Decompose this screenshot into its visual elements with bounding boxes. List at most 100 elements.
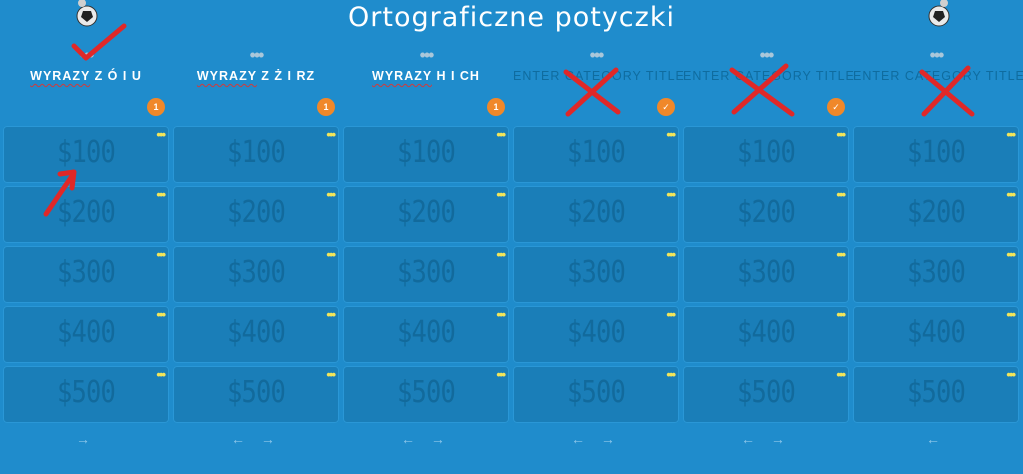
question-cell[interactable]: $400 ••• bbox=[343, 306, 509, 363]
category-title[interactable]: WYRAZY Z Ż I RZ bbox=[173, 64, 339, 91]
column-options-icon[interactable]: ••• bbox=[513, 46, 679, 64]
point-value: $500 bbox=[906, 375, 966, 410]
question-cell[interactable]: $500 ••• bbox=[683, 366, 849, 423]
category-column: ••• WYRAZY H I CH 1 bbox=[343, 46, 509, 116]
question-cell[interactable]: $300 ••• bbox=[343, 246, 509, 303]
question-cell[interactable]: $300 ••• bbox=[683, 246, 849, 303]
category-column: ••• ENTER CATEGORY TITLE ✓ bbox=[513, 46, 684, 116]
more-dots-icon[interactable]: ••• bbox=[156, 127, 166, 142]
column-options-icon[interactable]: ••• bbox=[3, 46, 169, 64]
question-cell[interactable]: $500 ••• bbox=[3, 366, 169, 423]
column-options-icon[interactable]: ••• bbox=[683, 46, 849, 64]
category-column: ••• WYRAZY Z Ó I U 1 bbox=[3, 46, 169, 116]
point-value: $100 bbox=[906, 135, 966, 170]
more-dots-icon[interactable]: ••• bbox=[496, 367, 506, 382]
question-cell[interactable]: $400 ••• bbox=[683, 306, 849, 363]
more-dots-icon[interactable]: ••• bbox=[496, 247, 506, 262]
more-dots-icon[interactable]: ••• bbox=[326, 127, 336, 142]
count-badge: 1 bbox=[147, 98, 165, 116]
question-cell[interactable]: $400 ••• bbox=[513, 306, 679, 363]
more-dots-icon[interactable]: ••• bbox=[836, 367, 846, 382]
more-dots-icon[interactable]: ••• bbox=[666, 187, 676, 202]
category-title[interactable]: ENTER CATEGORY TITLE bbox=[683, 64, 854, 91]
more-dots-icon[interactable]: ••• bbox=[496, 307, 506, 322]
question-cell[interactable]: $400 ••• bbox=[3, 306, 169, 363]
more-dots-icon[interactable]: ••• bbox=[1006, 247, 1016, 262]
question-cell[interactable]: $300 ••• bbox=[513, 246, 679, 303]
point-value: $400 bbox=[736, 315, 796, 350]
soccer-ball-icon bbox=[928, 0, 950, 27]
question-cell[interactable]: $100 ••• bbox=[173, 126, 339, 183]
question-cell[interactable]: $200 ••• bbox=[853, 186, 1019, 243]
category-column: ••• WYRAZY Z Ż I RZ 1 bbox=[173, 46, 339, 116]
count-badge: 1 bbox=[317, 98, 335, 116]
question-cell[interactable]: $200 ••• bbox=[683, 186, 849, 243]
more-dots-icon[interactable]: ••• bbox=[836, 127, 846, 142]
question-cell[interactable]: $200 ••• bbox=[513, 186, 679, 243]
count-badge: 1 bbox=[487, 98, 505, 116]
more-dots-icon[interactable]: ••• bbox=[666, 127, 676, 142]
more-dots-icon[interactable]: ••• bbox=[156, 307, 166, 322]
more-dots-icon[interactable]: ••• bbox=[326, 307, 336, 322]
question-cell[interactable]: $100 ••• bbox=[513, 126, 679, 183]
column-move-arrows[interactable]: ← → bbox=[683, 431, 849, 447]
more-dots-icon[interactable]: ••• bbox=[326, 367, 336, 382]
more-dots-icon[interactable]: ••• bbox=[836, 247, 846, 262]
question-cell[interactable]: $500 ••• bbox=[173, 366, 339, 423]
point-value: $100 bbox=[566, 135, 626, 170]
question-cell[interactable]: $500 ••• bbox=[853, 366, 1019, 423]
point-value: $300 bbox=[56, 255, 116, 290]
point-value: $300 bbox=[906, 255, 966, 290]
more-dots-icon[interactable]: ••• bbox=[496, 127, 506, 142]
column-move-arrows[interactable]: ← → bbox=[343, 431, 509, 447]
question-cell[interactable]: $100 ••• bbox=[853, 126, 1019, 183]
point-value: $100 bbox=[736, 135, 796, 170]
column-move-arrows[interactable]: ← → bbox=[173, 431, 339, 447]
soccer-ball-icon bbox=[76, 0, 98, 27]
column-options-icon[interactable]: ••• bbox=[343, 46, 509, 64]
more-dots-icon[interactable]: ••• bbox=[156, 187, 166, 202]
question-cell[interactable]: $300 ••• bbox=[853, 246, 1019, 303]
category-title[interactable]: WYRAZY Z Ó I U bbox=[3, 64, 169, 91]
column-options-icon[interactable]: ••• bbox=[173, 46, 339, 64]
question-cell[interactable]: $300 ••• bbox=[173, 246, 339, 303]
question-cell[interactable]: $200 ••• bbox=[3, 186, 169, 243]
category-column: ••• ENTER CATEGORY TITLE ✓ bbox=[683, 46, 854, 116]
more-dots-icon[interactable]: ••• bbox=[666, 367, 676, 382]
question-cell[interactable]: $400 ••• bbox=[173, 306, 339, 363]
more-dots-icon[interactable]: ••• bbox=[1006, 187, 1016, 202]
point-value: $500 bbox=[736, 375, 796, 410]
more-dots-icon[interactable]: ••• bbox=[666, 247, 676, 262]
more-dots-icon[interactable]: ••• bbox=[666, 307, 676, 322]
more-dots-icon[interactable]: ••• bbox=[326, 247, 336, 262]
question-cell[interactable]: $500 ••• bbox=[513, 366, 679, 423]
point-value: $200 bbox=[396, 195, 456, 230]
point-value: $500 bbox=[56, 375, 116, 410]
column-move-arrows[interactable]: → bbox=[3, 431, 169, 447]
column-options-icon[interactable]: ••• bbox=[853, 46, 1019, 64]
more-dots-icon[interactable]: ••• bbox=[496, 187, 506, 202]
column-move-arrows[interactable]: ← → bbox=[513, 431, 679, 447]
more-dots-icon[interactable]: ••• bbox=[836, 307, 846, 322]
point-value: $300 bbox=[396, 255, 456, 290]
question-cell[interactable]: $400 ••• bbox=[853, 306, 1019, 363]
category-title[interactable]: ENTER CATEGORY TITLE bbox=[853, 64, 1023, 91]
category-title[interactable]: ENTER CATEGORY TITLE bbox=[513, 64, 684, 91]
question-cell[interactable]: $100 ••• bbox=[683, 126, 849, 183]
more-dots-icon[interactable]: ••• bbox=[156, 247, 166, 262]
column-move-arrows[interactable]: ← bbox=[853, 431, 1019, 447]
question-cell[interactable]: $300 ••• bbox=[3, 246, 169, 303]
more-dots-icon[interactable]: ••• bbox=[326, 187, 336, 202]
question-cell[interactable]: $100 ••• bbox=[343, 126, 509, 183]
category-title[interactable]: WYRAZY H I CH bbox=[343, 64, 509, 91]
more-dots-icon[interactable]: ••• bbox=[156, 367, 166, 382]
question-cell[interactable]: $200 ••• bbox=[173, 186, 339, 243]
more-dots-icon[interactable]: ••• bbox=[1006, 367, 1016, 382]
point-value: $500 bbox=[226, 375, 286, 410]
question-cell[interactable]: $200 ••• bbox=[343, 186, 509, 243]
question-cell[interactable]: $500 ••• bbox=[343, 366, 509, 423]
more-dots-icon[interactable]: ••• bbox=[1006, 127, 1016, 142]
more-dots-icon[interactable]: ••• bbox=[836, 187, 846, 202]
question-cell[interactable]: $100 ••• bbox=[3, 126, 169, 183]
more-dots-icon[interactable]: ••• bbox=[1006, 307, 1016, 322]
